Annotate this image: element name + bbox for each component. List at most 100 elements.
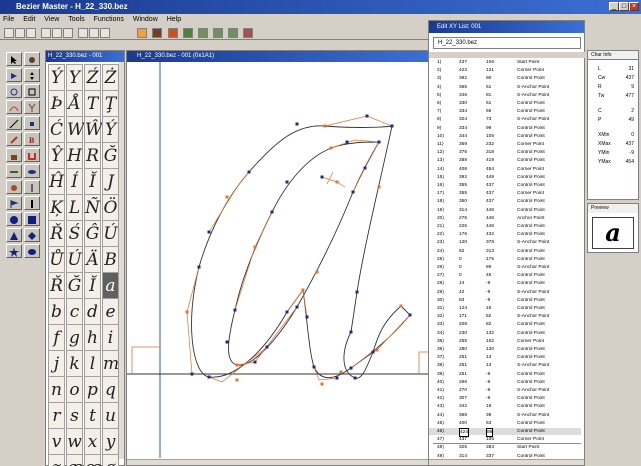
tool-layer2-icon[interactable] [213,28,223,38]
point-row[interactable]: 34) 230 132 Control Point [429,330,581,337]
help-icon[interactable] [89,28,99,38]
glyph-cell[interactable]: ø [102,454,119,466]
measure-icon[interactable] [6,164,22,178]
text-icon[interactable]: B [24,132,40,146]
glyph-cell[interactable]: l [84,350,101,377]
point-row[interactable]: 10) 344 105 Control Point [429,133,581,140]
glyph-cell[interactable]: Ů [48,246,65,273]
glyph-cell[interactable]: v [48,428,65,455]
glyph-cell[interactable]: b [48,298,65,325]
point-row[interactable]: 45) 400 63 Control Point [429,420,581,427]
glyph-cell[interactable]: a [102,272,119,299]
point-row[interactable]: 47) 437 106 Corner Point [429,436,581,443]
glyph-canvas[interactable] [127,62,429,458]
point-row[interactable]: 35) 255 152 Corner Point [429,338,581,345]
point-row[interactable]: 39) 251 -9 Control Point [429,371,581,378]
point-list-scrollbar[interactable] [429,459,584,465]
circle-icon[interactable] [6,212,22,226]
point-row[interactable]: 21) 226 446 Control Point [429,223,581,230]
point-row[interactable]: 38) 251 13 S-Anchor Point [429,362,581,369]
square-icon[interactable] [24,212,40,226]
glyph-cell[interactable]: i [102,324,119,351]
glyph-cell[interactable]: j [48,350,65,377]
diamond-icon[interactable] [24,228,40,242]
point-row[interactable]: 12) 376 318 Control Point [429,149,581,156]
save-icon[interactable] [26,28,36,38]
tool-layer-icon[interactable] [198,28,208,38]
glyph-cell[interactable]: Ţ [102,90,119,117]
glyph-cell[interactable]: Ú [66,246,83,273]
minimize-button[interactable]: _ [609,2,619,11]
point-row[interactable]: 4) 365 61 S-Anchor Point [429,84,581,91]
point-row[interactable]: 24) 52 313 Control Point [429,248,581,255]
glyph-cell[interactable]: o [66,376,83,403]
spiral-icon[interactable] [6,180,22,194]
glyph-cell[interactable]: s [66,402,83,429]
close-button[interactable]: × [629,2,639,11]
glyph-cell[interactable]: Í [66,168,83,195]
cut-icon[interactable] [41,28,51,38]
glyph-scrollbar[interactable] [119,62,124,459]
glyph-cell[interactable]: H [66,142,83,169]
glyph-cell[interactable]: Ř [48,220,65,247]
glyph-cell[interactable]: Ź [84,64,101,91]
point-row[interactable]: 9) 334 99 Control Point [429,125,581,132]
glyph-cell[interactable]: Ĝ [84,220,101,247]
fork-icon[interactable] [24,100,40,114]
glyph-cell[interactable]: t [84,402,101,429]
point-row[interactable]: 16) 355 437 Control Point [429,182,581,189]
glyph-cell[interactable]: Ğ [66,272,83,299]
zoom-icon[interactable] [100,28,110,38]
point-row[interactable]: 18) 350 437 Control Point [429,198,581,205]
canvas-scrollbar[interactable] [127,459,429,465]
point-row[interactable]: 8) 324 73 S-Anchor Point [429,116,581,123]
glyph-cell[interactable]: Ý [102,116,119,143]
glyph-cell[interactable]: Å [66,90,83,117]
frame-icon[interactable] [24,84,40,98]
glyph-cell[interactable]: Ś [66,220,83,247]
point-row[interactable]: 23) 120 378 S-Anchor Point [429,239,581,246]
point-row[interactable]: 42) 307 -9 Control Point [429,395,581,402]
hand-icon[interactable] [24,52,40,66]
glyph-cell[interactable]: Ú [102,220,119,247]
glyph-cell[interactable]: p [84,376,101,403]
point-row[interactable]: 44) 368 39 S-Anchor Point [429,412,581,419]
glyph-cell[interactable]: m [102,350,119,377]
glyph-cell[interactable]: B [102,246,119,273]
point-row[interactable]: 5) 346 81 S-Anchor Point [429,92,581,99]
menu-help[interactable]: Help [167,16,181,23]
brush-icon[interactable] [6,132,22,146]
menu-functions[interactable]: Functions [94,16,124,23]
tool-curve-icon[interactable] [152,28,162,38]
star-icon[interactable] [6,244,22,258]
maximize-button[interactable]: □ [619,2,629,11]
point-row[interactable]: 22) 176 432 Control Point [429,231,581,238]
point-row[interactable]: 15) 392 449 Control Point [429,174,581,181]
glyph-cell[interactable]: Ñ [84,194,101,221]
glyph-cell[interactable]: Ŷ [48,142,65,169]
glyph-cell[interactable]: e [102,298,119,325]
point-row[interactable]: 2) 423 121 Corner Point [429,67,581,74]
glyph-cell[interactable]: T [84,90,101,117]
move-icon[interactable] [24,68,40,82]
point-row[interactable]: 36) 280 130 Control Point [429,346,581,353]
point-row[interactable]: 7) 334 66 Control Point [429,108,581,115]
node-icon[interactable] [24,116,40,130]
glyph-cell[interactable]: z [48,454,65,466]
menu-window[interactable]: Window [133,16,158,23]
glyph-cell[interactable]: f [48,324,65,351]
paste-icon[interactable] [63,28,73,38]
bar-icon[interactable] [24,196,40,210]
glyph-cell[interactable]: Ğ [102,142,119,169]
glyph-cell[interactable]: n [48,376,65,403]
point-row[interactable]: 6) 330 61 Control Point [429,100,581,107]
point-row[interactable]: 41) 270 -9 S-Anchor Point [429,387,581,394]
menu-tools[interactable]: Tools [68,16,84,23]
triangle-icon[interactable] [6,228,22,242]
glyph-cell[interactable]: J [102,168,119,195]
glyph-cell[interactable]: Ż [102,64,119,91]
point-row[interactable]: 20) 275 446 Anchor Point [429,215,581,222]
tool-corner-icon[interactable] [168,28,178,38]
tool-orange-icon[interactable] [137,28,147,38]
point-row[interactable]: 26) 0 89 S-Anchor Point [429,264,581,271]
